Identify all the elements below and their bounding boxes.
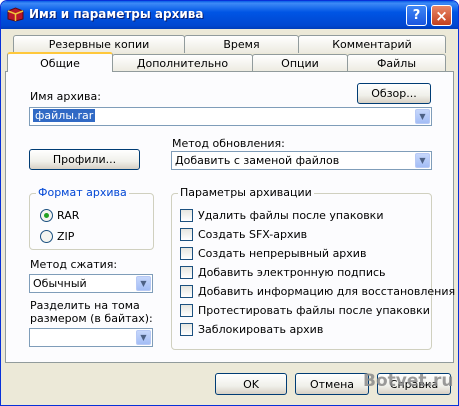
winrar-icon	[7, 7, 24, 22]
checkbox-icon	[180, 303, 193, 317]
tab-label: Файлы	[376, 57, 417, 70]
format-zip-radio[interactable]: ZIP	[40, 229, 74, 243]
tab-comment[interactable]: Комментарий	[298, 35, 446, 53]
archive-params-group: Параметры архивации Удалить файлы после …	[171, 186, 455, 350]
tab-advanced[interactable]: Дополнительно	[112, 54, 253, 72]
compression-value: Обычный	[33, 277, 87, 290]
ok-button[interactable]: OK	[215, 373, 287, 395]
help-title-button[interactable]: ?	[406, 5, 427, 26]
split-label-line2: размером (в байтах):	[30, 312, 153, 325]
format-zip-label: ZIP	[57, 229, 75, 243]
e-signature-checkbox[interactable]: Добавить электронную подпись	[180, 265, 386, 279]
checkbox-label: Создать SFX-архив	[198, 227, 308, 241]
browse-button-label: Обзор...	[371, 87, 417, 100]
tab-label: Время	[223, 38, 260, 51]
update-method-label: Метод обновления:	[172, 137, 285, 150]
tab-files[interactable]: Файлы	[347, 54, 446, 72]
cancel-button-label: Отмена	[309, 377, 355, 391]
tab-backups[interactable]: Резервные копии	[13, 35, 185, 53]
ok-button-label: OK	[243, 377, 259, 391]
format-rar-label: RAR	[57, 208, 80, 222]
archive-name-label: Имя архива:	[30, 90, 101, 103]
chevron-down-icon[interactable]: ▼	[136, 276, 151, 291]
profiles-button[interactable]: Профили...	[29, 149, 140, 170]
watermark-suffix: t.ru	[418, 371, 454, 391]
archive-dialog: Имя и параметры архива ? × Резервные коп…	[0, 0, 459, 406]
general-tab-panel: Имя архива: Обзор... файлы.rar ▼ Метод о…	[5, 71, 455, 363]
format-rar-radio[interactable]: RAR	[40, 208, 79, 222]
checkbox-icon	[180, 227, 193, 241]
archive-name-value: файлы.rar	[33, 109, 96, 122]
archive-format-title: Формат архива	[36, 186, 129, 199]
checkbox-icon	[180, 246, 193, 260]
compression-label: Метод сжатия:	[30, 258, 118, 271]
checkbox-label: Создать непрерывный архив	[198, 246, 367, 260]
tab-label: Резервные копии	[48, 38, 150, 51]
compression-combo[interactable]: Обычный ▼	[29, 274, 153, 293]
create-sfx-checkbox[interactable]: Создать SFX-архив	[180, 227, 307, 241]
site-watermark: Botvet.ru	[363, 371, 453, 391]
radio-checked-icon	[40, 208, 53, 222]
tab-label: Общие	[40, 56, 80, 70]
radio-unchecked-icon	[40, 229, 53, 243]
archive-format-group: Формат архива RAR ZIP	[29, 186, 154, 250]
recovery-info-checkbox[interactable]: Добавить информацию для восстановления	[180, 284, 455, 298]
chevron-down-icon[interactable]: ▼	[415, 109, 430, 124]
watermark-main: Botve	[363, 371, 419, 391]
test-after-pack-checkbox[interactable]: Протестировать файлы после упаковки	[180, 303, 430, 317]
tab-label: Комментарий	[332, 38, 412, 51]
solid-archive-checkbox[interactable]: Создать непрерывный архив	[180, 246, 366, 260]
checkbox-label: Добавить электронную подпись	[198, 265, 386, 279]
close-button[interactable]: ×	[431, 5, 452, 26]
tab-label: Опции	[281, 57, 319, 70]
tab-time[interactable]: Время	[184, 35, 299, 53]
tab-label: Дополнительно	[136, 57, 229, 70]
chevron-down-icon[interactable]: ▼	[136, 330, 151, 345]
update-method-combo[interactable]: Добавить с заменой файлов ▼	[171, 151, 432, 170]
checkbox-label: Протестировать файлы после упаковки	[198, 303, 430, 317]
browse-button[interactable]: Обзор...	[357, 83, 431, 104]
tab-general[interactable]: Общие	[7, 52, 113, 72]
tab-options[interactable]: Опции	[252, 54, 348, 72]
archive-name-combo[interactable]: файлы.rar ▼	[29, 107, 432, 126]
close-icon: ×	[435, 6, 448, 25]
window-title: Имя и параметры архива	[29, 7, 204, 21]
checkbox-label: Удалить файлы после упаковки	[198, 208, 384, 222]
checkbox-label: Добавить информацию для восстановления	[198, 284, 456, 298]
title-bar[interactable]: Имя и параметры архива ? ×	[1, 1, 458, 29]
checkbox-icon	[180, 265, 193, 279]
profiles-button-label: Профили...	[52, 153, 117, 166]
lock-archive-checkbox[interactable]: Заблокировать архив	[180, 322, 323, 336]
cancel-button[interactable]: Отмена	[295, 373, 369, 395]
checkbox-icon	[180, 208, 193, 222]
delete-after-pack-checkbox[interactable]: Удалить файлы после упаковки	[180, 208, 383, 222]
chevron-down-icon[interactable]: ▼	[415, 153, 430, 168]
split-label-line1: Разделить на тома	[30, 299, 140, 312]
question-icon: ?	[412, 8, 421, 23]
archive-params-title: Параметры архивации	[178, 186, 314, 199]
checkbox-icon	[180, 284, 193, 298]
split-size-combo[interactable]: ▼	[29, 328, 153, 347]
update-method-value: Добавить с заменой файлов	[175, 154, 340, 167]
checkbox-icon	[180, 322, 193, 336]
checkbox-label: Заблокировать архив	[198, 322, 324, 336]
